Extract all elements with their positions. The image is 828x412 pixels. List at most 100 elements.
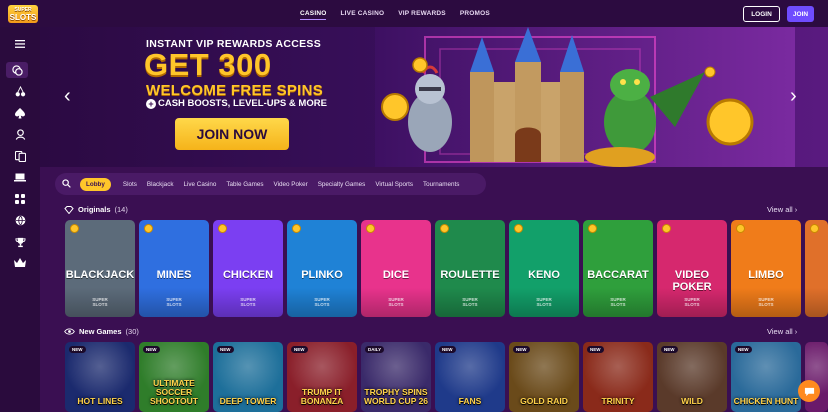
category-filter-bar: Lobby Slots Blackjack Live Casino Table … xyxy=(55,173,486,195)
new-game-card[interactable]: NEW DEEP TOWER xyxy=(213,342,283,412)
new-game-card[interactable]: DAILY TROPHY SPINS WORLD CUP 26 xyxy=(361,342,431,412)
menu-icon[interactable] xyxy=(11,36,29,52)
login-button[interactable]: LOGIN xyxy=(743,6,780,22)
filter-video-poker[interactable]: Video Poker xyxy=(274,181,308,188)
hero-artwork xyxy=(375,27,795,167)
trophy-icon[interactable] xyxy=(11,234,29,250)
coin-icon xyxy=(736,224,745,233)
video-poker-icon[interactable] xyxy=(11,148,29,164)
chips-icon[interactable] xyxy=(6,62,28,78)
new-badge: NEW xyxy=(69,346,86,353)
new-badge: NEW xyxy=(661,346,678,353)
new-game-card[interactable]: NEW TRUMP IT BONANZA xyxy=(287,342,357,412)
game-title: TROPHY SPINS WORLD CUP 26 xyxy=(363,387,429,406)
view-all-label: View all xyxy=(767,205,793,214)
hero-headline-2: GET 300 xyxy=(144,47,272,82)
nav-live-casino[interactable]: LIVE CASINO xyxy=(340,8,384,19)
game-title: TRINITY xyxy=(601,396,635,406)
game-title: PLINKO xyxy=(301,269,343,281)
new-badge: NEW xyxy=(439,346,456,353)
site-logo[interactable]: SUPER SLOTS xyxy=(8,5,38,23)
filter-slots[interactable]: Slots xyxy=(123,181,137,188)
new-badge: NEW xyxy=(291,346,308,353)
new-game-card[interactable]: NEW ULTIMATE SOCCER SHOOTOUT xyxy=(139,342,209,412)
join-button[interactable]: JOIN xyxy=(787,6,814,22)
top-bar: SUPER SLOTS CASINO LIVE CASINO VIP REWAR… xyxy=(0,0,828,27)
hero-banner[interactable]: INSTANT VIP REWARDS ACCESS GET 300 WELCO… xyxy=(40,27,828,167)
game-title: MINES xyxy=(156,269,192,281)
provider-line-2: SLOTS xyxy=(240,302,256,307)
new-badge: NEW xyxy=(735,346,752,353)
filter-blackjack[interactable]: Blackjack xyxy=(147,181,174,188)
coin-icon xyxy=(810,224,819,233)
sports-icon[interactable] xyxy=(11,212,29,228)
view-all-label: View all xyxy=(767,327,793,336)
game-title: FANS xyxy=(458,396,482,406)
dice-icon[interactable] xyxy=(11,191,29,207)
new-game-card[interactable]: NEW FANS xyxy=(435,342,505,412)
new-game-card[interactable]: NEW CHICKEN HUNT xyxy=(731,342,801,412)
cherry-icon[interactable] xyxy=(11,83,29,99)
new-badge: DAILY xyxy=(365,346,385,353)
original-game-card[interactable]: LIMBO SUPER SLOTS xyxy=(731,220,801,317)
original-game-card[interactable] xyxy=(805,220,828,317)
provider-logo: SUPER SLOTS xyxy=(65,297,135,307)
carousel-next-icon[interactable]: › xyxy=(790,85,797,108)
original-game-card[interactable]: ROULETTE SUPER SLOTS xyxy=(435,220,505,317)
spade-icon[interactable] xyxy=(11,105,29,121)
filter-tournaments[interactable]: Tournaments xyxy=(423,181,459,188)
new-games-title: New Games xyxy=(79,327,122,336)
filter-table-games[interactable]: Table Games xyxy=(226,181,263,188)
logo-line-2: SLOTS xyxy=(9,13,37,22)
provider-line-2: SLOTS xyxy=(610,302,626,307)
filter-virtual-sports[interactable]: Virtual Sports xyxy=(375,181,413,188)
hero-subline-text: CASH BOOSTS, LEVEL-UPS & MORE xyxy=(158,98,327,109)
new-games-count: (30) xyxy=(125,327,139,336)
join-now-button[interactable]: JOIN NOW xyxy=(175,118,289,150)
provider-logo: SUPER SLOTS xyxy=(139,297,209,307)
originals-view-all[interactable]: View all › xyxy=(767,205,797,214)
filter-lobby[interactable]: Lobby xyxy=(80,177,111,191)
nav-vip-rewards[interactable]: VIP REWARDS xyxy=(398,8,446,19)
coin-icon xyxy=(440,224,449,233)
new-game-card[interactable]: NEW TRINITY xyxy=(583,342,653,412)
game-title: ULTIMATE SOCCER SHOOTOUT xyxy=(149,378,198,406)
filter-live-casino[interactable]: Live Casino xyxy=(184,181,217,188)
original-game-card[interactable]: CHICKEN SUPER SLOTS xyxy=(213,220,283,317)
original-game-card[interactable]: PLINKO SUPER SLOTS xyxy=(287,220,357,317)
chat-button[interactable] xyxy=(798,380,820,402)
original-game-card[interactable]: KENO SUPER SLOTS xyxy=(509,220,579,317)
original-game-card[interactable]: DICE SUPER SLOTS xyxy=(361,220,431,317)
plus-icon: + xyxy=(146,99,156,109)
provider-logo: SUPER SLOTS xyxy=(361,297,431,307)
new-game-card[interactable]: NEW GOLD RAID xyxy=(509,342,579,412)
dealer-icon[interactable] xyxy=(11,126,29,142)
coin-icon xyxy=(218,224,227,233)
new-badge: NEW xyxy=(217,346,234,353)
new-game-card[interactable]: NEW HOT LINES xyxy=(65,342,135,412)
provider-line-2: SLOTS xyxy=(314,302,330,307)
original-game-card[interactable]: VIDEO POKER SUPER SLOTS xyxy=(657,220,727,317)
coin-icon xyxy=(70,224,79,233)
game-title: DICE xyxy=(382,269,410,281)
nav-promos[interactable]: PROMOS xyxy=(460,8,490,19)
new-game-card[interactable]: NEW WILD xyxy=(657,342,727,412)
filter-specialty-games[interactable]: Specialty Games xyxy=(318,181,366,188)
coin-icon xyxy=(144,224,153,233)
nav-casino[interactable]: CASINO xyxy=(300,8,327,20)
crown-icon[interactable] xyxy=(11,255,29,271)
original-game-card[interactable]: BLACKJACK SUPER SLOTS xyxy=(65,220,135,317)
hero-headline-3: WELCOME FREE SPINS xyxy=(146,82,324,99)
new-games-view-all[interactable]: View all › xyxy=(767,327,797,336)
laptop-icon[interactable] xyxy=(11,169,29,185)
search-icon[interactable] xyxy=(62,178,80,190)
provider-line-2: SLOTS xyxy=(166,302,182,307)
carousel-prev-icon[interactable]: ‹ xyxy=(64,85,71,108)
game-title: HOT LINES xyxy=(77,396,123,406)
original-game-card[interactable]: MINES SUPER SLOTS xyxy=(139,220,209,317)
hero-subline: + CASH BOOSTS, LEVEL-UPS & MORE xyxy=(146,98,327,109)
original-game-card[interactable]: BACCARAT SUPER SLOTS xyxy=(583,220,653,317)
eye-icon xyxy=(64,328,75,335)
provider-logo: SUPER SLOTS xyxy=(731,297,801,307)
game-title: DEEP TOWER xyxy=(219,396,277,406)
